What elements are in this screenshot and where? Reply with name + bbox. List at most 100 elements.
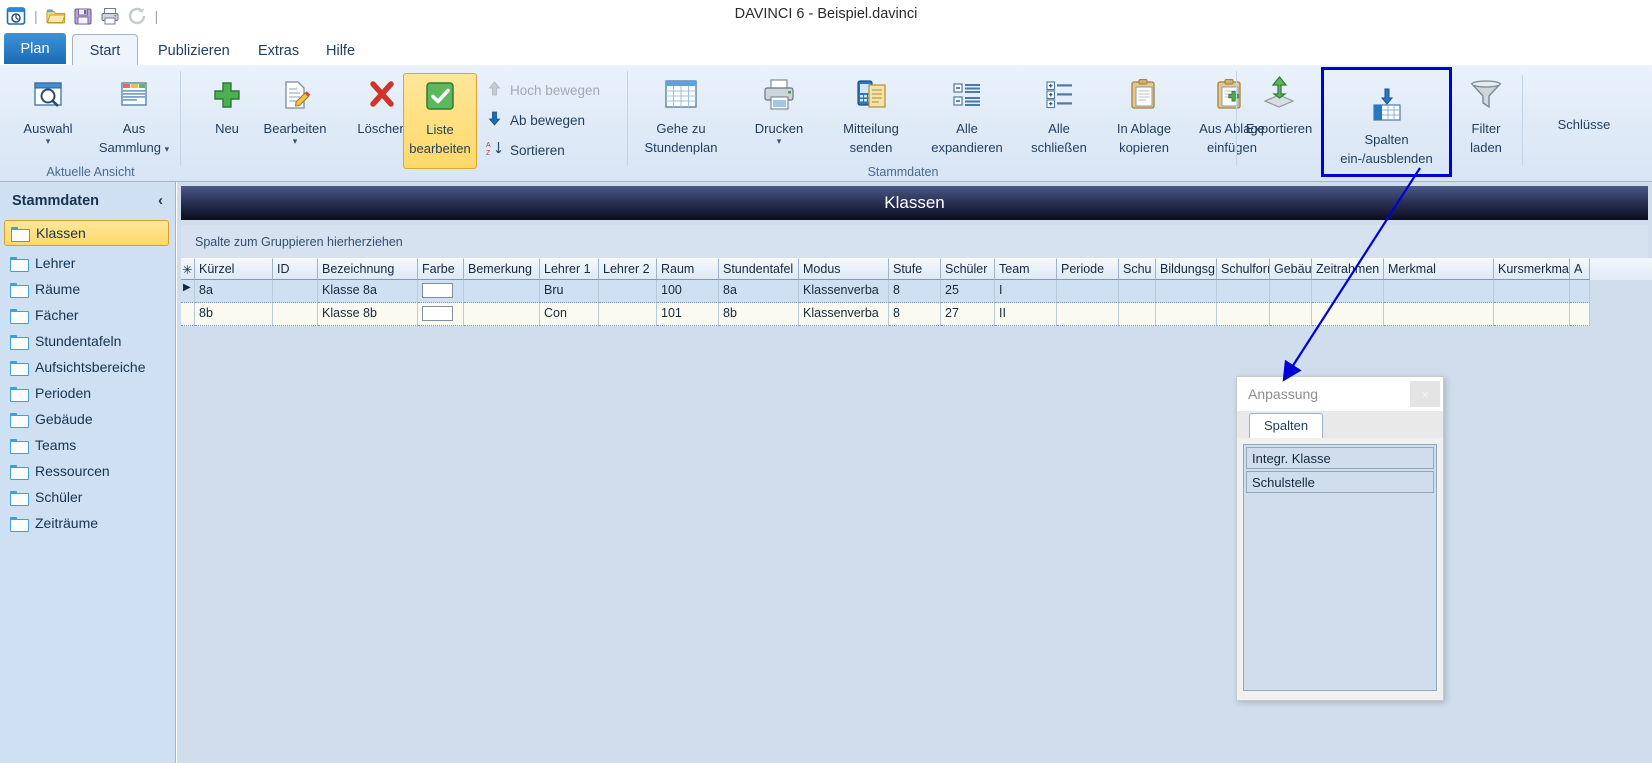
table-cell[interactable] (1494, 280, 1570, 303)
grid-column-header[interactable]: Bildungsg (1156, 258, 1217, 280)
mitteilung-senden-button[interactable]: Mitteilung senden (824, 73, 918, 169)
chevron-down-icon-3[interactable]: ▾ (293, 137, 298, 146)
gehe-zu-stundenplan-button[interactable]: Gehe zu Stundenplan (628, 73, 734, 169)
grid-column-header[interactable]: Raum (657, 258, 719, 280)
table-cell[interactable] (1119, 280, 1156, 303)
chevron-down-icon[interactable]: ▾ (46, 137, 51, 146)
grid-column-header[interactable]: A (1570, 258, 1590, 280)
aus-sammlung-button[interactable]: Aus Sammlung ▾ (88, 73, 180, 169)
sidebar-item-schueler[interactable]: Schüler (0, 484, 175, 510)
table-cell[interactable]: II (995, 303, 1057, 326)
sidebar-item-zeitraeume[interactable]: Zeiträume (0, 510, 175, 536)
table-cell[interactable]: 101 (657, 303, 719, 326)
spalten-ein-ausblenden-button[interactable]: Spalten ein-/ausblenden (1321, 67, 1452, 177)
grid-column-header[interactable]: Merkmal (1384, 258, 1494, 280)
table-cell[interactable] (1057, 303, 1119, 326)
table-cell[interactable] (1156, 303, 1217, 326)
row-selector[interactable]: ▶ (181, 280, 195, 303)
sidebar-item-ressourcen[interactable]: Ressourcen (0, 458, 175, 484)
row-selector[interactable] (181, 303, 195, 326)
tab-publizieren[interactable]: Publizieren (140, 34, 248, 67)
schluessel-button[interactable]: Schlüsse (1529, 113, 1639, 143)
table-cell[interactable] (418, 303, 464, 326)
grid-column-header[interactable]: Farbe (418, 258, 464, 280)
table-cell[interactable] (1156, 280, 1217, 303)
table-cell[interactable]: 8 (889, 303, 941, 326)
table-cell[interactable] (1570, 280, 1590, 303)
grid-column-header[interactable]: Kursmerkma (1494, 258, 1570, 280)
bearbeiten-button[interactable]: Bearbeiten ▾ (249, 73, 341, 169)
table-cell[interactable] (1270, 303, 1312, 326)
sidebar-item-klassen[interactable]: Klassen (4, 220, 169, 246)
table-cell[interactable] (273, 280, 318, 303)
group-by-dropzone[interactable]: Spalte zum Gruppieren hierherziehen (181, 225, 1648, 258)
dialog-column-list[interactable]: Integr. Klasse Schulstelle (1243, 444, 1437, 691)
collapse-sidebar-icon[interactable]: ‹ (158, 193, 163, 209)
table-cell[interactable]: 25 (941, 280, 995, 303)
table-cell[interactable] (1057, 280, 1119, 303)
sidebar-item-gebaeude[interactable]: Gebäude (0, 406, 175, 432)
filter-laden-button[interactable]: Filter laden (1455, 73, 1517, 169)
color-swatch[interactable] (422, 283, 453, 298)
alle-expandieren-button[interactable]: Alle expandieren (918, 73, 1016, 169)
table-cell[interactable] (1384, 303, 1494, 326)
table-cell[interactable] (1217, 303, 1270, 326)
table-cell[interactable] (1494, 303, 1570, 326)
color-swatch[interactable] (422, 306, 453, 321)
table-cell[interactable]: 8b (719, 303, 799, 326)
table-cell[interactable] (464, 280, 540, 303)
in-ablage-kopieren-button[interactable]: In Ablage kopieren (1102, 73, 1186, 169)
grid-column-header[interactable]: Lehrer 2 (599, 258, 657, 280)
table-cell[interactable] (599, 280, 657, 303)
table-cell[interactable] (1217, 280, 1270, 303)
sidebar-item-lehrer[interactable]: Lehrer (0, 250, 175, 276)
grid-column-header[interactable]: Bemerkung (464, 258, 540, 280)
table-row[interactable]: 8b Klasse 8b Con 101 8b Klassenverba 8 27 II (181, 303, 1652, 326)
table-cell[interactable] (464, 303, 540, 326)
table-cell[interactable]: Klasse 8b (318, 303, 418, 326)
table-cell[interactable] (1270, 280, 1312, 303)
table-cell[interactable] (273, 303, 318, 326)
table-cell[interactable]: 27 (941, 303, 995, 326)
table-cell[interactable] (1384, 280, 1494, 303)
table-cell[interactable]: 8b (195, 303, 273, 326)
tab-spalten[interactable]: Spalten (1249, 413, 1324, 438)
table-cell[interactable] (1312, 280, 1384, 303)
sidebar-item-aufsichtsbereiche[interactable]: Aufsichtsbereiche (0, 354, 175, 380)
table-cell[interactable]: 100 (657, 280, 719, 303)
chevron-down-icon-2[interactable]: ▾ (165, 144, 170, 154)
grid-column-header[interactable]: Stundentafel (719, 258, 799, 280)
grid-column-header[interactable]: Lehrer 1 (540, 258, 599, 280)
auswahl-button[interactable]: Auswahl ▾ (2, 73, 94, 169)
close-icon[interactable]: × (1410, 381, 1440, 407)
sidebar-item-perioden[interactable]: Perioden (0, 380, 175, 406)
exportieren-button[interactable]: Exportieren (1237, 73, 1321, 169)
list-item[interactable]: Integr. Klasse (1246, 447, 1434, 469)
sidebar-item-raeume[interactable]: Räume (0, 276, 175, 302)
table-cell[interactable]: Bru (540, 280, 599, 303)
table-cell[interactable]: I (995, 280, 1057, 303)
table-cell[interactable]: Klassenverba (799, 280, 889, 303)
table-cell[interactable] (1119, 303, 1156, 326)
grid-column-header[interactable]: Kürzel (195, 258, 273, 280)
alle-schliessen-button[interactable]: Alle schließen (1016, 73, 1102, 169)
list-item[interactable]: Schulstelle (1246, 471, 1434, 493)
sidebar-item-stundentafeln[interactable]: Stundentafeln (0, 328, 175, 354)
table-cell[interactable]: 8 (889, 280, 941, 303)
table-cell[interactable]: 8a (195, 280, 273, 303)
table-cell[interactable] (1312, 303, 1384, 326)
table-row[interactable]: ▶ 8a Klasse 8a Bru 100 8a Klassenverba 8 25 I (181, 280, 1652, 303)
grid-column-header[interactable]: Periode (1057, 258, 1119, 280)
liste-bearbeiten-button[interactable]: Liste bearbeiten (403, 73, 477, 169)
grid-column-header[interactable]: Schulforı (1217, 258, 1270, 280)
grid-column-header[interactable]: Schüler (941, 258, 995, 280)
grid-column-header[interactable]: Gebäu (1270, 258, 1312, 280)
ab-bewegen-button[interactable]: Ab bewegen (486, 105, 636, 135)
chevron-down-icon-4[interactable]: ▾ (777, 137, 782, 146)
table-cell[interactable]: Klassenverba (799, 303, 889, 326)
tab-extras[interactable]: Extras (240, 34, 317, 67)
hoch-bewegen-button[interactable]: Hoch bewegen (486, 75, 636, 105)
tab-hilfe[interactable]: Hilfe (308, 34, 373, 67)
table-cell[interactable]: Klasse 8a (318, 280, 418, 303)
grid-column-header[interactable]: Schu (1119, 258, 1156, 280)
